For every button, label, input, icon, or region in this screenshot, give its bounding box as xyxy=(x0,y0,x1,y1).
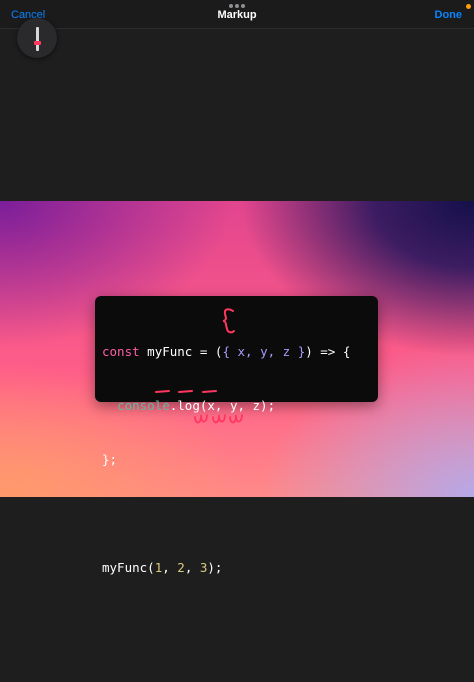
code-line-3: }; xyxy=(102,451,350,469)
pen-body xyxy=(36,27,39,51)
status-dot-icon xyxy=(466,4,471,9)
pen-tip xyxy=(34,41,41,45)
code-text: myFunc = xyxy=(139,344,215,359)
code-object: console xyxy=(117,398,170,413)
code-text: ); xyxy=(207,560,223,575)
code-arg: 2 xyxy=(177,560,185,575)
code-text: ) => { xyxy=(305,344,351,359)
markup-toolbar: Cancel Markup Done xyxy=(0,0,474,29)
code-line-5: myFunc(1, 2, 3); xyxy=(102,559,350,577)
code-keyword: const xyxy=(102,344,140,359)
code-brace: { xyxy=(222,344,230,359)
markup-canvas[interactable]: const myFunc = ({ x, y, z }) => { consol… xyxy=(0,201,474,575)
code-text: }; xyxy=(102,452,118,467)
pen-tool-icon[interactable] xyxy=(17,18,57,58)
code-text: .log(x, y, z); xyxy=(169,398,276,413)
code-line-1: const myFunc = ({ x, y, z }) => { xyxy=(102,343,350,361)
code-text: , xyxy=(162,560,178,575)
code-text: , xyxy=(184,560,200,575)
code-snippet-card: const myFunc = ({ x, y, z }) => { consol… xyxy=(95,296,378,575)
done-button[interactable]: Done xyxy=(435,9,463,21)
code-line-2: console.log(x, y, z); xyxy=(102,397,350,415)
code-block: const myFunc = ({ x, y, z }) => { consol… xyxy=(102,307,350,613)
code-text: myFunc( xyxy=(102,560,155,575)
code-params: x, y, z xyxy=(229,344,298,359)
page-title: Markup xyxy=(217,9,257,21)
ellipsis-icon[interactable] xyxy=(229,4,245,8)
